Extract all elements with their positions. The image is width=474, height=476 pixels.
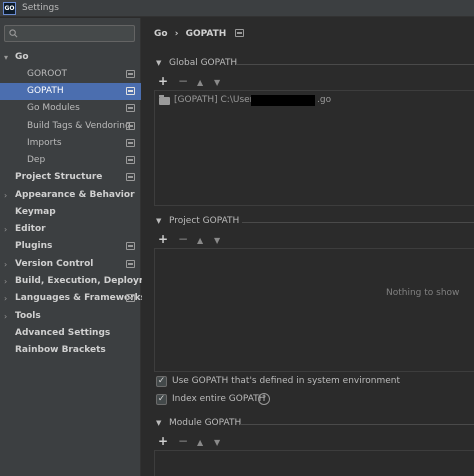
add-path-button[interactable]: + <box>158 233 168 245</box>
sidebar-item-project-structure[interactable]: Project Structure <box>0 169 141 186</box>
sidebar-item-build-tags[interactable]: Build Tags & Vendoring <box>0 118 141 135</box>
sidebar-item-tools[interactable]: › Tools <box>0 308 141 325</box>
breadcrumb-separator: › <box>174 29 179 39</box>
move-up-button[interactable]: ▲ <box>197 235 203 247</box>
folder-icon <box>159 95 170 105</box>
move-down-button[interactable]: ▼ <box>214 77 220 89</box>
sidebar-item-languages-frameworks[interactable]: › Languages & Frameworks <box>0 290 146 307</box>
collapse-triangle-icon: ▼ <box>156 419 162 427</box>
project-settings-icon <box>126 294 135 302</box>
sidebar-item-goroot[interactable]: GOROOT <box>0 66 141 83</box>
search-icon <box>9 29 18 38</box>
redacted-username <box>251 95 315 106</box>
project-settings-icon <box>126 139 135 147</box>
section-title: Global GOPATH <box>169 58 238 68</box>
collapse-triangle-icon: ▼ <box>156 59 162 67</box>
move-down-button[interactable]: ▼ <box>214 235 220 247</box>
module-gopath-toolbar: + − ▲ ▼ <box>156 435 474 449</box>
sidebar-item-plugins[interactable]: Plugins <box>0 238 141 255</box>
project-settings-icon <box>235 29 245 37</box>
add-path-button[interactable]: + <box>158 435 168 447</box>
sidebar-item-advanced-settings[interactable]: Advanced Settings <box>0 325 141 342</box>
sidebar-item-editor[interactable]: › Editor <box>0 221 141 238</box>
sidebar-item-build-execution-deployment[interactable]: › Build, Execution, Deployment <box>0 273 165 290</box>
help-icon[interactable]: ? <box>258 393 270 405</box>
global-gopath-header[interactable]: ▼ Global GOPATH <box>156 58 474 70</box>
project-settings-icon <box>126 156 135 164</box>
sidebar-item-dep[interactable]: Dep <box>0 152 141 169</box>
collapse-triangle-icon: ▼ <box>156 217 162 225</box>
project-settings-icon <box>126 70 135 78</box>
project-settings-icon <box>126 87 135 95</box>
chevron-right-icon: › <box>4 225 8 234</box>
section-title: Module GOPATH <box>169 418 242 428</box>
remove-path-button[interactable]: − <box>178 233 188 245</box>
section-title: Project GOPATH <box>169 216 240 226</box>
breadcrumb-current: GOPATH <box>185 29 227 39</box>
sidebar-item-version-control[interactable]: › Version Control <box>0 256 141 273</box>
project-gopath-header[interactable]: ▼ Project GOPATH <box>156 216 474 228</box>
sidebar-item-gopath[interactable]: GOPATH <box>0 83 141 100</box>
search-input[interactable] <box>4 25 135 42</box>
chevron-right-icon: › <box>4 191 8 200</box>
global-gopath-toolbar: + − ▲ ▼ <box>156 75 474 89</box>
move-up-button[interactable]: ▲ <box>197 437 203 449</box>
sidebar-item-go[interactable]: ▾ Go <box>0 49 141 66</box>
chevron-right-icon: › <box>4 312 8 321</box>
module-gopath-header[interactable]: ▼ Module GOPATH <box>156 418 474 430</box>
add-path-button[interactable]: + <box>158 75 168 87</box>
sidebar-item-keymap[interactable]: Keymap <box>0 204 141 221</box>
chevron-right-icon: › <box>4 277 8 286</box>
move-down-button[interactable]: ▼ <box>214 437 220 449</box>
window-title: Settings <box>22 3 59 13</box>
breadcrumb: Go › GOPATH <box>154 29 248 39</box>
sidebar-item-imports[interactable]: Imports <box>0 135 141 152</box>
remove-path-button[interactable]: − <box>178 435 188 447</box>
divider <box>236 64 474 65</box>
sidebar-item-appearance-behavior[interactable]: › Appearance & Behavior <box>0 187 141 204</box>
settings-sidebar: ▾ Go GOROOT GOPATH Go Modules Build Tags… <box>0 18 165 476</box>
project-settings-icon <box>126 242 135 250</box>
empty-list-message: Nothing to show <box>386 288 460 298</box>
project-gopath-toolbar: + − ▲ ▼ <box>156 233 474 247</box>
sidebar-item-go-modules[interactable]: Go Modules <box>0 100 141 117</box>
project-settings-icon <box>126 104 135 112</box>
chevron-right-icon: › <box>4 294 8 303</box>
breadcrumb-parent[interactable]: Go <box>154 29 168 39</box>
project-settings-icon <box>126 173 135 181</box>
project-settings-icon <box>126 122 135 130</box>
remove-path-button[interactable]: − <box>178 75 188 87</box>
title-bar: GO Settings <box>0 0 474 17</box>
divider <box>240 424 474 425</box>
divider <box>242 222 474 223</box>
sidebar-item-rainbow-brackets[interactable]: Rainbow Brackets <box>0 342 141 359</box>
global-gopath-list: [GOPATH] C:\Users\ .go <box>154 90 474 206</box>
module-gopath-list <box>154 450 474 476</box>
project-gopath-list <box>154 248 474 372</box>
goland-app-icon: GO <box>3 2 16 15</box>
use-system-gopath-checkbox[interactable]: ✓ <box>156 376 167 387</box>
project-settings-icon <box>126 260 135 268</box>
settings-content: Go › GOPATH ▼ Global GOPATH + − ▲ ▼ [GOP… <box>142 18 474 476</box>
index-entire-gopath-checkbox[interactable]: ✓ <box>156 394 167 405</box>
move-up-button[interactable]: ▲ <box>197 77 203 89</box>
chevron-down-icon: ▾ <box>4 53 9 62</box>
chevron-right-icon: › <box>4 260 8 269</box>
